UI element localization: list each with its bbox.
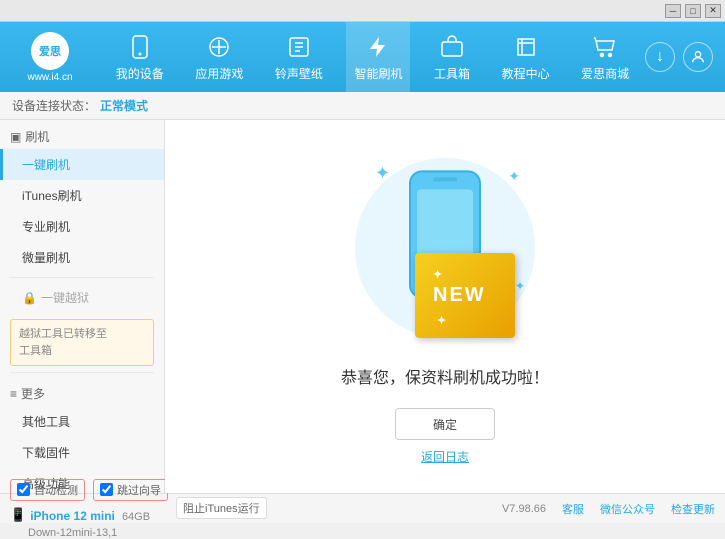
status-bar: 设备连接状态： 正常模式 — [0, 92, 725, 120]
main-layout: ▣ 刷机 一键刷机 iTunes刷机 专业刷机 微量刷机 🔒 一键越狱 越狱工具… — [0, 120, 725, 493]
sparkle-top-left: ✦ — [375, 163, 390, 184]
itunes-status[interactable]: 阻止iTunes运行 — [176, 497, 267, 519]
sidebar-item-download-firmware[interactable]: 下载固件 — [0, 437, 164, 468]
nav-store[interactable]: 爱思商城 — [573, 22, 637, 92]
skip-wizard-label: 跳过向导 — [117, 482, 161, 498]
sidebar-section-jailbreak: 🔒 一键越狱 — [0, 282, 164, 313]
sidebar-item-itunes-flash[interactable]: iTunes刷机 — [0, 180, 164, 211]
sidebar-item-one-click-flash[interactable]: 一键刷机 — [0, 149, 164, 180]
nav-my-device-label: 我的设备 — [116, 65, 164, 82]
device-storage: 64GB — [122, 511, 150, 523]
new-badge: ✦ NEW ✦ — [415, 253, 515, 338]
title-bar: ─ □ ✕ — [0, 0, 725, 22]
success-text: 恭喜您，保资料刷机成功啦！ — [341, 364, 549, 388]
maximize-button[interactable]: □ — [685, 4, 701, 18]
auto-detect-checkbox[interactable] — [17, 483, 30, 496]
nav-tutorial[interactable]: 教程中心 — [494, 22, 558, 92]
skip-wizard-checkbox[interactable] — [100, 483, 113, 496]
book-nav-icon — [512, 33, 540, 61]
device-info: iPhone 12 mini 64GB — [30, 509, 150, 523]
nav-ringtones[interactable]: 铃声壁纸 — [267, 22, 331, 92]
download-button[interactable]: ↓ — [645, 42, 675, 72]
status-label: 设备连接状态： — [12, 97, 96, 114]
version-label: V7.98.66 — [502, 503, 546, 515]
nav-apps-label: 应用游戏 — [195, 65, 243, 82]
gamepad-nav-icon — [205, 33, 233, 61]
minimize-button[interactable]: ─ — [665, 4, 681, 18]
window-controls: ─ □ ✕ — [665, 4, 721, 18]
sidebar-section-more: ≡ 更多 — [0, 377, 164, 406]
confirm-button[interactable]: 确定 — [395, 408, 495, 440]
device-name: iPhone 12 mini — [30, 509, 115, 523]
content-area: ✦ NEW ✦ ✦ ✦ ✦ 恭喜您，保资料刷机成功啦！ 确定 返回日志 — [165, 120, 725, 493]
wechat-link[interactable]: 微信公众号 — [600, 501, 655, 517]
nav-apps-games[interactable]: 应用游戏 — [187, 22, 251, 92]
flash-nav-icon — [364, 33, 392, 61]
header: 爱思 www.i4.cn 我的设备 应用游戏 铃声壁纸 — [0, 22, 725, 92]
store-nav-icon — [591, 33, 619, 61]
nav-ringtones-label: 铃声壁纸 — [275, 65, 323, 82]
back-link[interactable]: 返回日志 — [421, 448, 469, 465]
nav-smart-flash[interactable]: 智能刷机 — [346, 22, 410, 92]
nav-flash-label: 智能刷机 — [354, 65, 402, 82]
nav-toolbox-label: 工具箱 — [434, 65, 470, 82]
sparkle-top-right: ✦ — [508, 168, 520, 185]
nav-tutorial-label: 教程中心 — [502, 65, 550, 82]
phone-nav-icon — [126, 33, 154, 61]
auto-detect-group: 自动检测 — [10, 479, 85, 501]
sidebar-item-other-tools[interactable]: 其他工具 — [0, 406, 164, 437]
sidebar-item-micro-flash[interactable]: 微量刷机 — [0, 242, 164, 273]
logo-subtitle: www.i4.cn — [27, 72, 72, 83]
sidebar-jailbreak-note: 越狱工具已转移至工具箱 — [10, 319, 154, 366]
header-actions: ↓ — [645, 42, 725, 72]
auto-detect-label: 自动检测 — [34, 482, 78, 498]
sidebar-section-flash: ▣ 刷机 — [0, 120, 164, 149]
nav-toolbox[interactable]: 工具箱 — [426, 22, 478, 92]
device-icon: 📱 — [10, 507, 26, 523]
sidebar-divider-2 — [10, 372, 154, 373]
logo-area: 爱思 www.i4.cn — [0, 22, 100, 92]
bottom-right: V7.98.66 客服 微信公众号 检查更新 — [502, 501, 715, 517]
tools-nav-icon — [438, 33, 466, 61]
close-button[interactable]: ✕ — [705, 4, 721, 18]
support-link[interactable]: 客服 — [562, 501, 584, 517]
skip-wizard-group: 跳过向导 — [93, 479, 168, 501]
sidebar-item-pro-flash[interactable]: 专业刷机 — [0, 211, 164, 242]
nav-my-device[interactable]: 我的设备 — [108, 22, 172, 92]
nav-bar: 我的设备 应用游戏 铃声壁纸 智能刷机 工具箱 — [100, 22, 645, 92]
logo-icon: 爱思 — [31, 32, 69, 70]
user-button[interactable] — [683, 42, 713, 72]
success-illustration: ✦ NEW ✦ ✦ ✦ ✦ — [345, 148, 545, 348]
sidebar: ▣ 刷机 一键刷机 iTunes刷机 专业刷机 微量刷机 🔒 一键越狱 越狱工具… — [0, 120, 165, 493]
status-value: 正常模式 — [100, 97, 148, 114]
update-link[interactable]: 检查更新 — [671, 501, 715, 517]
sparkle-right: ✦ — [515, 279, 525, 293]
music-nav-icon — [285, 33, 313, 61]
device-firmware: Down-12mini-13,1 — [10, 527, 168, 539]
nav-store-label: 爱思商城 — [581, 65, 629, 82]
sidebar-divider-1 — [10, 277, 154, 278]
bottom-bar: 自动检测 跳过向导 📱 iPhone 12 mini 64GB Down-12m… — [0, 493, 725, 523]
